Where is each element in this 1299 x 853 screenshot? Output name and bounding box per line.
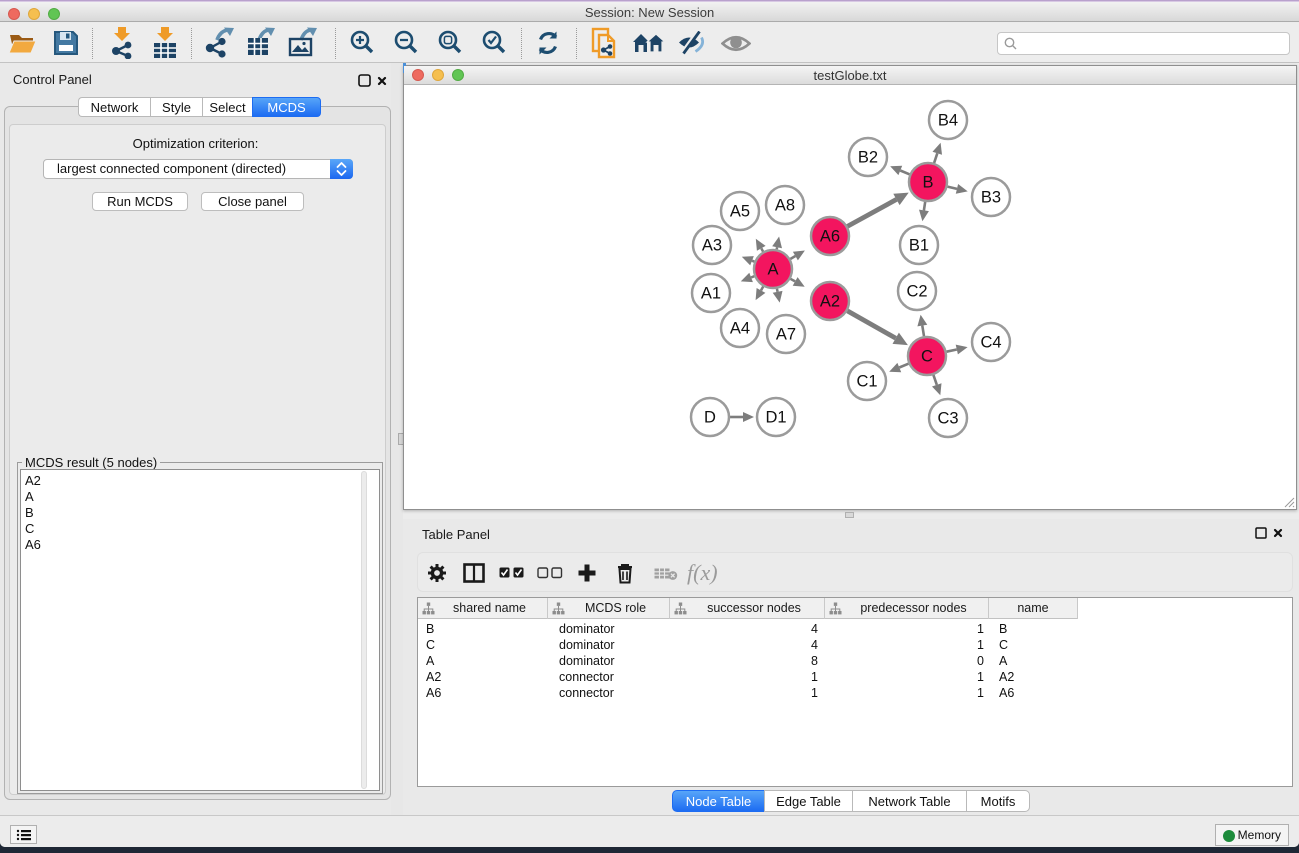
svg-text:C2: C2 [906,283,927,301]
svg-text:A4: A4 [730,320,750,338]
svg-text:A2: A2 [820,293,840,311]
svg-text:A3: A3 [702,237,722,255]
svg-text:A6: A6 [820,228,840,246]
svg-text:A5: A5 [730,203,750,221]
svg-text:C4: C4 [980,334,1001,352]
svg-text:B4: B4 [938,112,958,130]
svg-text:D1: D1 [765,409,786,427]
svg-text:A7: A7 [776,326,796,344]
svg-text:B: B [922,174,933,192]
svg-text:A: A [767,261,778,279]
svg-text:D: D [704,409,716,427]
svg-text:A1: A1 [701,285,721,303]
svg-text:C: C [921,348,933,366]
svg-text:C3: C3 [937,410,958,428]
svg-text:B3: B3 [981,189,1001,207]
svg-text:C1: C1 [856,373,877,391]
svg-text:B2: B2 [858,149,878,167]
svg-text:B1: B1 [909,237,929,255]
svg-text:A8: A8 [775,197,795,215]
